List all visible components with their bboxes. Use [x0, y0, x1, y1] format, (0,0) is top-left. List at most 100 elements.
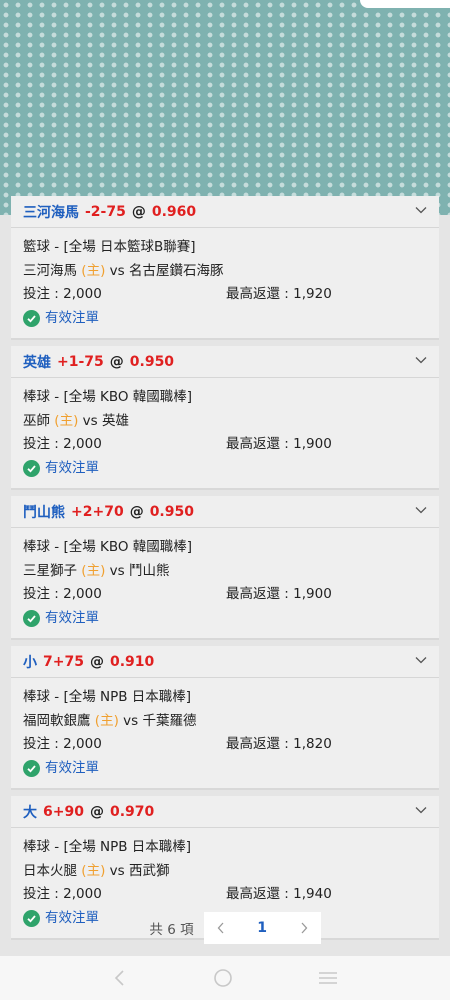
- home-tag: (主): [81, 562, 106, 579]
- selection-team: 英雄: [23, 354, 51, 371]
- pagination: 共 6 項 1: [0, 912, 450, 944]
- max-return: 最高返還 : 1,820: [226, 736, 332, 752]
- home-team: 日本火腿: [23, 862, 77, 879]
- bet-card-body: 棒球 - [全場 NPB 日本職棒] 福岡軟銀鷹 (主) vs 千葉羅德 投注 …: [11, 678, 439, 788]
- home-icon[interactable]: [212, 967, 234, 989]
- away-team: 西武獅: [128, 862, 170, 879]
- away-team: 名古屋鑽石海豚: [128, 262, 224, 279]
- chevron-right-icon[interactable]: [299, 921, 309, 935]
- status-text: 有效注單: [45, 309, 99, 326]
- league-text: 棒球 - [全場 KBO 韓國職棒]: [23, 539, 193, 555]
- home-tag: (主): [81, 262, 106, 279]
- max-return: 最高返還 : 1,900: [226, 586, 332, 602]
- league-text: 棒球 - [全場 NPB 日本職棒]: [23, 689, 192, 705]
- league-text: 棒球 - [全場 NPB 日本職棒]: [23, 839, 192, 855]
- odds-value: 0.950: [129, 353, 175, 370]
- selection-team: 大: [23, 804, 37, 821]
- status-text: 有效注單: [45, 609, 99, 626]
- selection-team: 鬥山熊: [23, 504, 65, 521]
- vs-text: vs: [109, 862, 125, 879]
- check-circle-icon: [23, 759, 40, 777]
- status-text: 有效注單: [45, 759, 99, 776]
- home-tag: (主): [54, 412, 79, 429]
- at-sign: @: [129, 503, 144, 520]
- stake-amount: 投注 : 2,000: [23, 736, 102, 752]
- stake-row: 投注 : 2,000 最高返還 : 1,820: [23, 733, 427, 757]
- handicap-line: +2+70: [71, 503, 124, 520]
- match-row: 三河海馬 (主) vs 名古屋鑽石海豚: [23, 260, 427, 284]
- bet-card[interactable]: 三河海馬 -2-75 @ 0.960 籃球 - [全場 日本籃球B聯賽] 三河海…: [11, 196, 439, 340]
- away-team: 鬥山熊: [128, 562, 170, 579]
- bet-card-body: 棒球 - [全場 KBO 韓國職棒] 巫師 (主) vs 英雄 投注 : 2,0…: [11, 378, 439, 488]
- check-circle-icon: [23, 309, 40, 327]
- decorative-header: [0, 0, 450, 215]
- vs-text: vs: [123, 712, 139, 729]
- bet-card[interactable]: 鬥山熊 +2+70 @ 0.950 棒球 - [全場 KBO 韓國職棒] 三星獅…: [11, 496, 439, 640]
- home-team: 三星獅子: [23, 562, 77, 579]
- status-row: 有效注單: [23, 607, 427, 631]
- bet-card[interactable]: 小 7+75 @ 0.910 棒球 - [全場 NPB 日本職棒] 福岡軟銀鷹 …: [11, 646, 439, 790]
- stake-row: 投注 : 2,000 最高返還 : 1,940: [23, 883, 427, 907]
- header-corner: [360, 0, 450, 8]
- menu-icon[interactable]: [317, 968, 339, 988]
- bet-card-header[interactable]: 鬥山熊 +2+70 @ 0.950: [11, 496, 439, 528]
- stake-row: 投注 : 2,000 最高返還 : 1,900: [23, 583, 427, 607]
- away-team: 千葉羅德: [142, 712, 197, 729]
- check-circle-icon: [23, 459, 40, 477]
- bet-card-header[interactable]: 英雄 +1-75 @ 0.950: [11, 346, 439, 378]
- chevron-down-icon[interactable]: [415, 654, 427, 666]
- chevron-left-icon[interactable]: [216, 921, 226, 935]
- status-row: 有效注單: [23, 757, 427, 781]
- stake-amount: 投注 : 2,000: [23, 586, 102, 602]
- current-page[interactable]: 1: [257, 920, 267, 936]
- max-return: 最高返還 : 1,900: [226, 436, 332, 452]
- chevron-down-icon[interactable]: [415, 804, 427, 816]
- odds-value: 0.970: [109, 803, 155, 820]
- match-row: 三星獅子 (主) vs 鬥山熊: [23, 560, 427, 584]
- selection-team: 小: [23, 654, 37, 671]
- status-row: 有效注單: [23, 457, 427, 481]
- chevron-down-icon[interactable]: [415, 354, 427, 366]
- chevron-down-icon[interactable]: [415, 504, 427, 516]
- stake-amount: 投注 : 2,000: [23, 436, 102, 452]
- at-sign: @: [89, 803, 104, 820]
- back-icon[interactable]: [111, 968, 129, 988]
- vs-text: vs: [109, 562, 125, 579]
- odds-value: 0.910: [109, 653, 155, 670]
- home-team: 福岡軟銀鷹: [23, 712, 91, 729]
- total-count: 共 6 項: [149, 922, 194, 938]
- check-circle-icon: [23, 609, 40, 627]
- bet-card-header[interactable]: 小 7+75 @ 0.910: [11, 646, 439, 678]
- vs-text: vs: [109, 262, 125, 279]
- bet-card-body: 籃球 - [全場 日本籃球B聯賽] 三河海馬 (主) vs 名古屋鑽石海豚 投注…: [11, 228, 439, 338]
- stake-amount: 投注 : 2,000: [23, 886, 102, 902]
- handicap-line: 7+75: [43, 653, 84, 670]
- system-nav-bar: [0, 956, 450, 1000]
- bet-card-header[interactable]: 三河海馬 -2-75 @ 0.960: [11, 196, 439, 228]
- match-row: 福岡軟銀鷹 (主) vs 千葉羅德: [23, 710, 427, 734]
- bet-list: 三河海馬 -2-75 @ 0.960 籃球 - [全場 日本籃球B聯賽] 三河海…: [11, 196, 439, 946]
- chevron-down-icon[interactable]: [415, 204, 427, 216]
- page-selector: 1: [203, 912, 321, 944]
- handicap-line: +1-75: [57, 353, 104, 370]
- match-row: 巫師 (主) vs 英雄: [23, 410, 427, 434]
- league-text: 籃球 - [全場 日本籃球B聯賽]: [23, 239, 196, 255]
- stake-row: 投注 : 2,000 最高返還 : 1,900: [23, 433, 427, 457]
- bet-card-body: 棒球 - [全場 KBO 韓國職棒] 三星獅子 (主) vs 鬥山熊 投注 : …: [11, 528, 439, 638]
- home-tag: (主): [81, 862, 106, 879]
- handicap-line: -2-75: [85, 203, 126, 220]
- at-sign: @: [109, 353, 124, 370]
- at-sign: @: [131, 203, 146, 220]
- vs-text: vs: [82, 412, 98, 429]
- home-team: 巫師: [23, 412, 50, 429]
- odds-value: 0.960: [151, 203, 197, 220]
- away-team: 英雄: [101, 412, 129, 429]
- home-team: 三河海馬: [23, 262, 77, 279]
- league-text: 棒球 - [全場 KBO 韓國職棒]: [23, 389, 193, 405]
- home-tag: (主): [94, 712, 119, 729]
- stake-amount: 投注 : 2,000: [23, 286, 102, 302]
- bet-card[interactable]: 英雄 +1-75 @ 0.950 棒球 - [全場 KBO 韓國職棒] 巫師 (…: [11, 346, 439, 490]
- status-row: 有效注單: [23, 307, 427, 331]
- odds-value: 0.950: [149, 503, 194, 520]
- bet-card-header[interactable]: 大 6+90 @ 0.970: [11, 796, 439, 828]
